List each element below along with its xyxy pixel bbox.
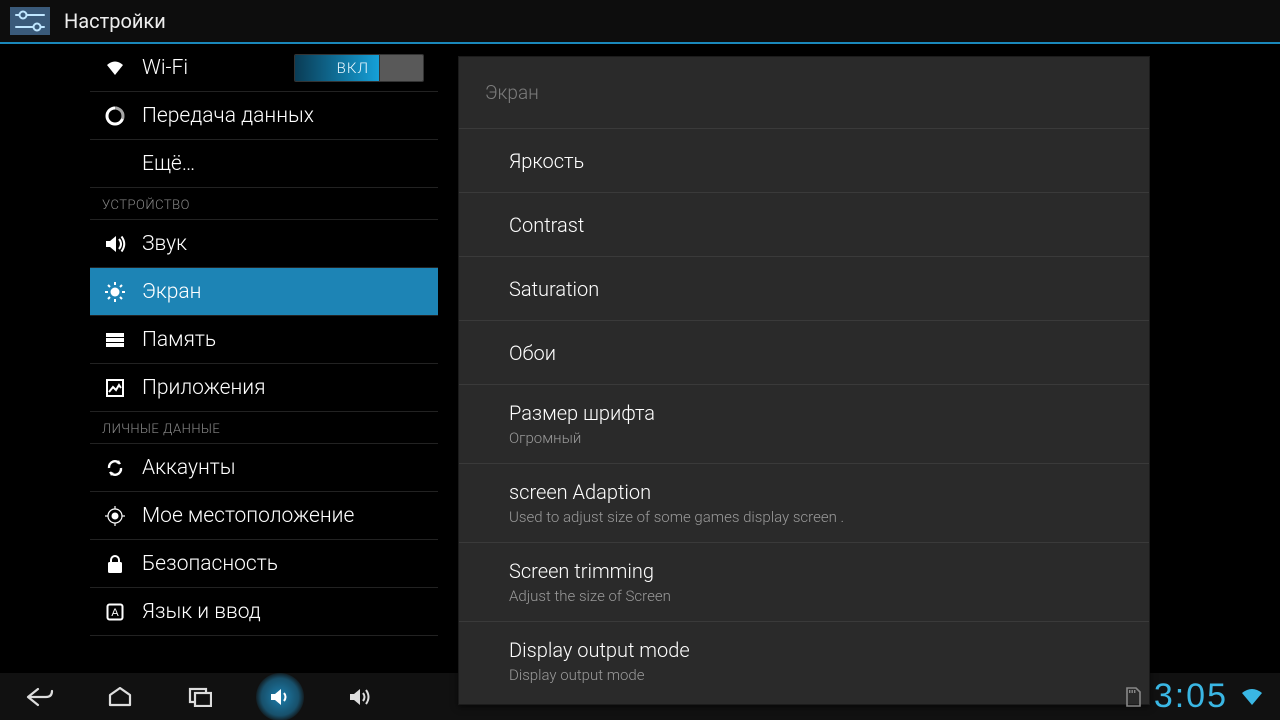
sidebar-item-label: Аккаунты bbox=[142, 456, 236, 480]
toggle-label: ВКЛ bbox=[337, 55, 369, 81]
back-button[interactable] bbox=[16, 673, 64, 720]
detail-item[interactable]: Яркость bbox=[459, 129, 1149, 193]
detail-item-title: Обои bbox=[509, 341, 1123, 365]
sidebar-item-label: Ещё… bbox=[142, 152, 195, 176]
sidebar-item-accounts[interactable]: Аккаунты bbox=[90, 444, 438, 492]
sidebar-item-language[interactable]: A Язык и ввод bbox=[90, 588, 438, 636]
detail-item-subtitle: Adjust the size of Screen bbox=[509, 587, 1123, 605]
sidebar-item-label: Безопасность bbox=[142, 552, 278, 576]
detail-panel-wrap: Экран Яркость Contrast Saturation Обои Размер… bbox=[438, 44, 1280, 672]
detail-item-title: Display output mode bbox=[509, 638, 1123, 662]
sidebar-item-label: Экран bbox=[142, 280, 201, 304]
detail-item-title: screen Adaption bbox=[509, 480, 1123, 504]
sidebar-item-storage[interactable]: Память bbox=[90, 316, 438, 364]
toggle-knob bbox=[379, 55, 423, 81]
sidebar-item-wifi[interactable]: Wi-Fi ВКЛ bbox=[90, 44, 438, 92]
detail-item[interactable]: Обои bbox=[459, 321, 1149, 385]
detail-item[interactable]: screen Adaption Used to adjust size of so… bbox=[459, 464, 1149, 543]
detail-item[interactable]: Размер шрифта Огромный bbox=[459, 385, 1149, 464]
svg-text:A: A bbox=[111, 607, 119, 619]
status-area[interactable]: 3:05 bbox=[1124, 677, 1264, 716]
sidebar-item-label: Язык и ввод bbox=[142, 600, 261, 624]
detail-header: Экран bbox=[459, 57, 1149, 129]
detail-item[interactable]: Screen trimming Adjust the size of Screen bbox=[459, 543, 1149, 622]
wifi-toggle[interactable]: ВКЛ bbox=[294, 54, 424, 82]
sidebar-item-sound[interactable]: Звук bbox=[90, 220, 438, 268]
sidebar: Wi-Fi ВКЛ Передача данных Ещё… УСТРОЙСТВО Зву… bbox=[0, 44, 438, 672]
sdcard-icon bbox=[1124, 686, 1142, 708]
sound-icon bbox=[102, 235, 128, 253]
sidebar-item-data[interactable]: Передача данных bbox=[90, 92, 438, 140]
sidebar-item-display[interactable]: Экран bbox=[90, 268, 438, 316]
app-header: Настройки bbox=[0, 0, 1280, 44]
wifi-status-icon bbox=[1240, 687, 1264, 707]
sidebar-item-security[interactable]: Безопасность bbox=[90, 540, 438, 588]
location-icon bbox=[102, 506, 128, 526]
sidebar-item-label: Мое местоположение bbox=[142, 504, 354, 528]
volume-up-button[interactable] bbox=[336, 673, 384, 720]
apps-icon bbox=[102, 378, 128, 398]
recent-apps-button[interactable] bbox=[176, 673, 224, 720]
clock: 3:05 bbox=[1154, 677, 1228, 716]
detail-item-title: Размер шрифта bbox=[509, 401, 1123, 425]
nav-left bbox=[16, 673, 384, 720]
sidebar-item-location[interactable]: Мое местоположение bbox=[90, 492, 438, 540]
main: Wi-Fi ВКЛ Передача данных Ещё… УСТРОЙСТВО Зву… bbox=[0, 44, 1280, 672]
sidebar-item-label: Звук bbox=[142, 232, 187, 256]
detail-item-title: Contrast bbox=[509, 213, 1123, 237]
detail-item[interactable]: Contrast bbox=[459, 193, 1149, 257]
detail-item[interactable]: Display output mode Display output mode bbox=[459, 622, 1149, 700]
detail-item-subtitle: Used to adjust size of some games displa… bbox=[509, 508, 1123, 526]
detail-item-title: Яркость bbox=[509, 149, 1123, 173]
sidebar-item-label: Память bbox=[142, 328, 216, 352]
sidebar-section-header: УСТРОЙСТВО bbox=[90, 188, 438, 220]
sidebar-section-header: ЛИЧНЫЕ ДАННЫЕ bbox=[90, 412, 438, 444]
detail-item-subtitle: Огромный bbox=[509, 429, 1123, 447]
app-title: Настройки bbox=[64, 9, 166, 33]
display-icon bbox=[102, 282, 128, 302]
sidebar-item-label: Wi-Fi bbox=[142, 56, 188, 80]
detail-item-title: Saturation bbox=[509, 277, 1123, 301]
detail-panel: Экран Яркость Contrast Saturation Обои Размер… bbox=[458, 56, 1150, 705]
volume-down-button[interactable] bbox=[256, 673, 304, 720]
sync-icon bbox=[102, 458, 128, 478]
detail-item-subtitle: Display output mode bbox=[509, 666, 1123, 684]
sidebar-item-label: Приложения bbox=[142, 376, 266, 400]
storage-icon bbox=[102, 332, 128, 348]
wifi-icon bbox=[102, 59, 128, 77]
sidebar-item-label: Передача данных bbox=[142, 104, 314, 128]
data-usage-icon bbox=[102, 106, 128, 126]
language-icon: A bbox=[102, 603, 128, 621]
detail-item[interactable]: Saturation bbox=[459, 257, 1149, 321]
settings-icon bbox=[10, 7, 50, 35]
home-button[interactable] bbox=[96, 673, 144, 720]
detail-item-title: Screen trimming bbox=[509, 559, 1123, 583]
lock-icon bbox=[102, 554, 128, 574]
sidebar-item-apps[interactable]: Приложения bbox=[90, 364, 438, 412]
sidebar-item-more[interactable]: Ещё… bbox=[90, 140, 438, 188]
